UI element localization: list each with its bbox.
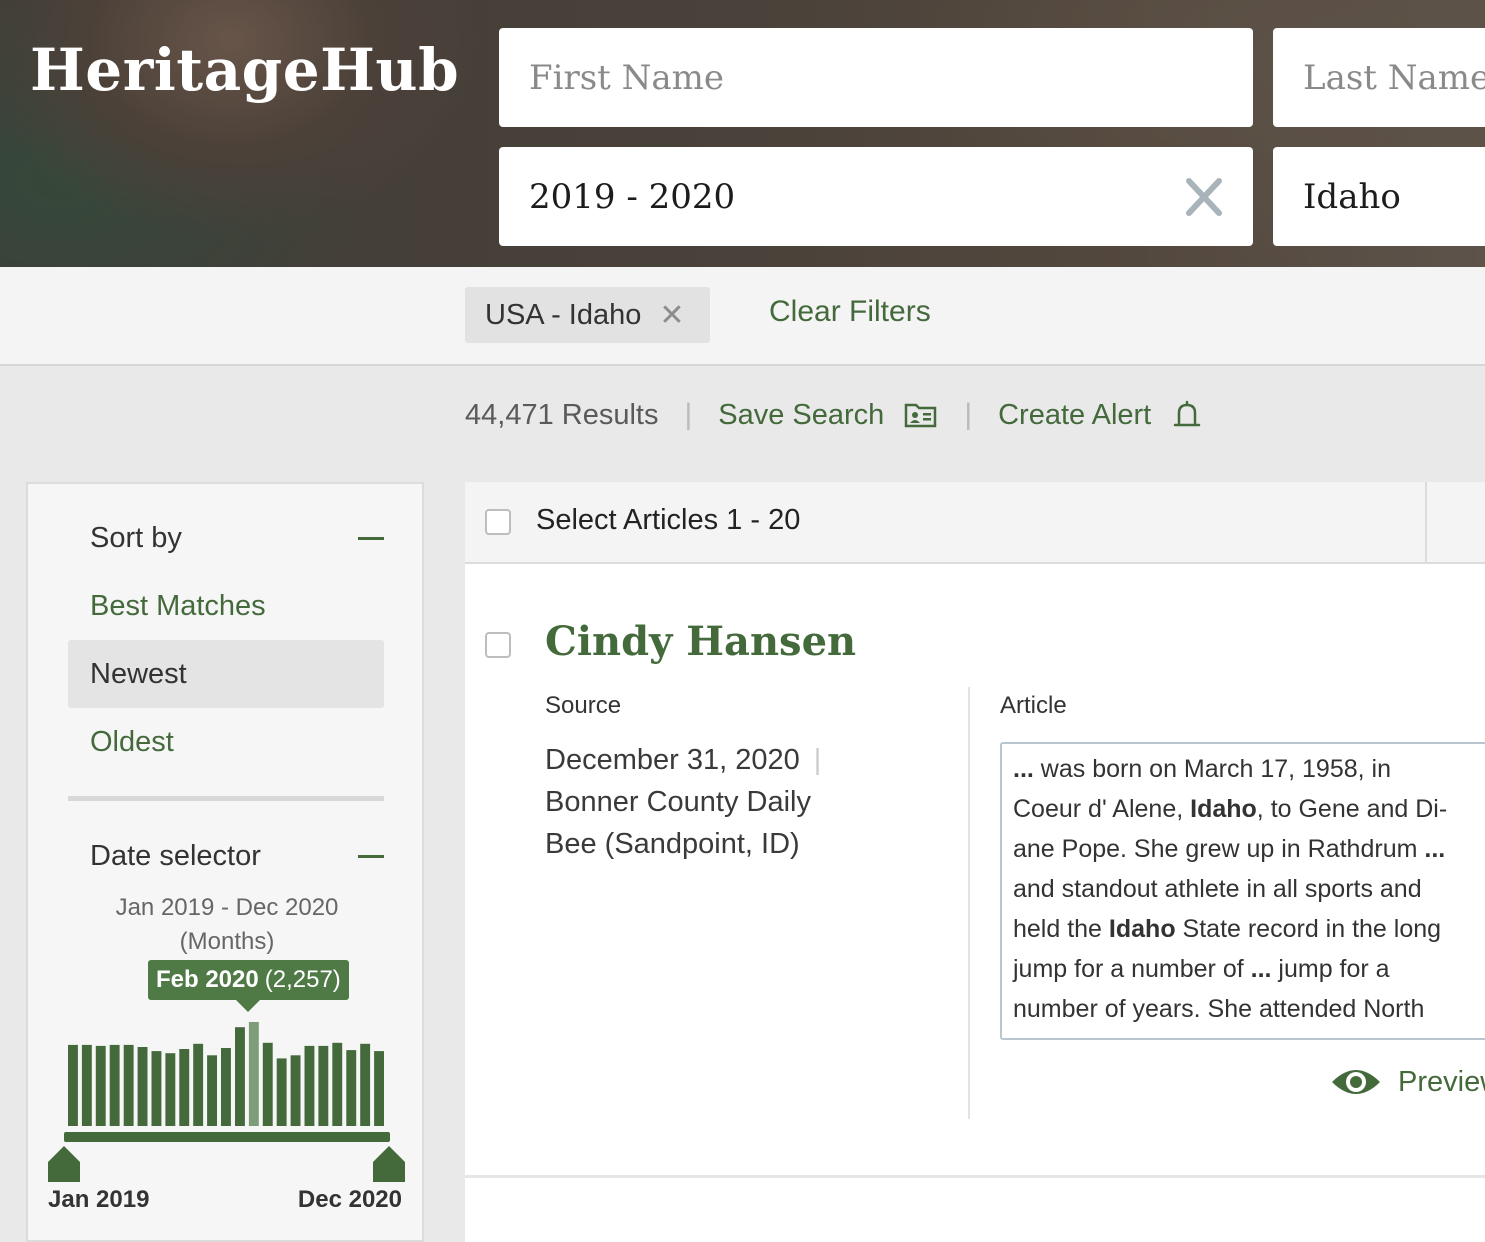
tooltip-count: (2,257): [264, 966, 341, 993]
select-articles-bar: Select Articles 1 - 20: [465, 482, 1485, 564]
sort-by-title: Sort by: [90, 522, 182, 554]
histogram-bar[interactable]: [207, 1055, 217, 1126]
save-search-link[interactable]: Save Search: [718, 399, 884, 432]
histogram-bar[interactable]: [151, 1051, 162, 1126]
histogram-bar[interactable]: [346, 1050, 357, 1126]
separator: |: [964, 398, 973, 431]
bell-icon[interactable]: [1171, 399, 1203, 431]
date-selector-title: Date selector: [90, 840, 261, 872]
first-name-input[interactable]: First Name: [499, 28, 1253, 127]
snippet-line: number of years. She attended North: [1013, 995, 1425, 1023]
snippet-line: and standout athlete in all sports and: [1013, 875, 1422, 903]
histogram-bar[interactable]: [235, 1027, 245, 1126]
article-header: Article: [1000, 692, 1067, 719]
histogram-bar[interactable]: [109, 1044, 120, 1126]
sort-newest[interactable]: Newest: [68, 640, 384, 708]
snippet-line: jump for a number of ... jump for a: [1013, 955, 1390, 983]
clear-date-icon[interactable]: [1185, 175, 1223, 219]
collapse-sort-icon[interactable]: [358, 537, 384, 540]
source-date: December 31, 2020: [545, 744, 800, 776]
results-panel: Select Articles 1 - 20 Cindy Hansen Sour…: [465, 482, 1485, 1242]
filter-sidebar: Sort by Best Matches Newest Oldest Date …: [26, 482, 424, 1242]
filter-chip-idaho[interactable]: USA - Idaho ✕: [465, 287, 710, 343]
preview-label: Preview: [1398, 1065, 1485, 1098]
range-track: [64, 1132, 390, 1142]
tooltip-month: Feb 2020: [156, 966, 259, 993]
histogram-bar[interactable]: [81, 1044, 92, 1126]
histogram-bar[interactable]: [165, 1053, 176, 1126]
source-header: Source: [545, 692, 622, 719]
results-count: 44,471 Results: [465, 398, 659, 431]
publication-name-1[interactable]: Bonner County Daily: [545, 786, 811, 819]
histogram-bar[interactable]: [68, 1044, 78, 1126]
collapse-date-icon[interactable]: [358, 855, 384, 858]
folder-person-icon[interactable]: [904, 401, 938, 429]
separator: |: [684, 398, 693, 431]
clear-filters-link[interactable]: Clear Filters: [769, 295, 931, 329]
remove-filter-icon[interactable]: ✕: [659, 298, 684, 333]
histogram-bar[interactable]: [123, 1044, 134, 1126]
histogram-bar[interactable]: [374, 1051, 384, 1126]
sort-best-matches[interactable]: Best Matches: [68, 572, 384, 640]
date-range-label: Jan 2019 - Dec 2020: [115, 894, 339, 921]
date-range-input[interactable]: 2019 - 2020: [499, 147, 1253, 246]
create-alert-link[interactable]: Create Alert: [998, 399, 1151, 432]
sort-oldest[interactable]: Oldest: [68, 708, 384, 776]
histogram-bar[interactable]: [248, 1022, 259, 1126]
snippet-line: ane Pope. She grew up in Rathdrum ...: [1013, 835, 1446, 863]
histogram-bar[interactable]: [276, 1058, 287, 1126]
section-divider: [68, 796, 384, 801]
filter-chip-label: USA - Idaho: [485, 298, 642, 331]
histogram-tooltip: Feb 2020 (2,257): [148, 960, 349, 1012]
histogram-bar[interactable]: [95, 1045, 106, 1126]
site-logo[interactable]: HeritageHub: [30, 36, 459, 104]
histogram-bar[interactable]: [221, 1048, 231, 1126]
histogram-bar[interactable]: [304, 1045, 315, 1126]
snippet-line: held the Idaho State record in the long: [1013, 915, 1442, 943]
publication-name-2[interactable]: Bee (Sandpoint, ID): [545, 828, 800, 861]
snippet-line: Idaho College, graduating with an: [1013, 1029, 1485, 1038]
range-start-label: Jan 2019: [48, 1186, 150, 1213]
result-checkbox[interactable]: [485, 632, 511, 658]
histogram-bar[interactable]: [318, 1045, 329, 1126]
range-end-label: Dec 2020: [297, 1186, 402, 1213]
divider: [1425, 482, 1427, 562]
result-separator: [465, 1175, 1485, 1178]
snippet-line: Coeur d' Alene, Idaho, to Gene and Di-: [1013, 795, 1448, 823]
histogram-bar[interactable]: [193, 1043, 204, 1126]
histogram-bar[interactable]: [360, 1043, 371, 1126]
histogram-bar[interactable]: [290, 1055, 301, 1126]
histogram-bar[interactable]: [137, 1047, 148, 1126]
range-start-handle[interactable]: [48, 1146, 80, 1182]
date-histogram[interactable]: [48, 1014, 408, 1184]
snippet-line: ... was born on March 17, 1958, in: [1013, 755, 1391, 783]
eye-icon: [1332, 1070, 1380, 1094]
histogram-bar[interactable]: [179, 1049, 190, 1126]
range-end-handle[interactable]: [373, 1146, 405, 1182]
date-range-value: 2019 - 2020: [529, 176, 736, 217]
location-input[interactable]: Idaho: [1273, 147, 1485, 246]
result-title[interactable]: Cindy Hansen: [545, 618, 856, 665]
filter-bar: USA - Idaho ✕ Clear Filters: [0, 267, 1485, 366]
preview-button[interactable]: Preview: [1330, 1064, 1485, 1100]
last-name-input[interactable]: Last Name: [1273, 28, 1485, 127]
pipe-separator: |: [813, 744, 822, 776]
article-snippet[interactable]: ... was born on March 17, 1958, in Coeur …: [1000, 742, 1485, 1040]
select-all-checkbox[interactable]: [485, 509, 511, 535]
select-articles-label: Select Articles 1 - 20: [536, 504, 801, 536]
date-unit-label: (Months): [179, 928, 275, 955]
results-toolbar: 44,471 Results | Save Search | Create Al…: [465, 398, 1203, 432]
histogram-bar[interactable]: [332, 1042, 343, 1126]
column-divider: [968, 687, 970, 1119]
source-date-line: December 31, 2020 |: [545, 744, 821, 777]
histogram-bar[interactable]: [262, 1042, 273, 1126]
